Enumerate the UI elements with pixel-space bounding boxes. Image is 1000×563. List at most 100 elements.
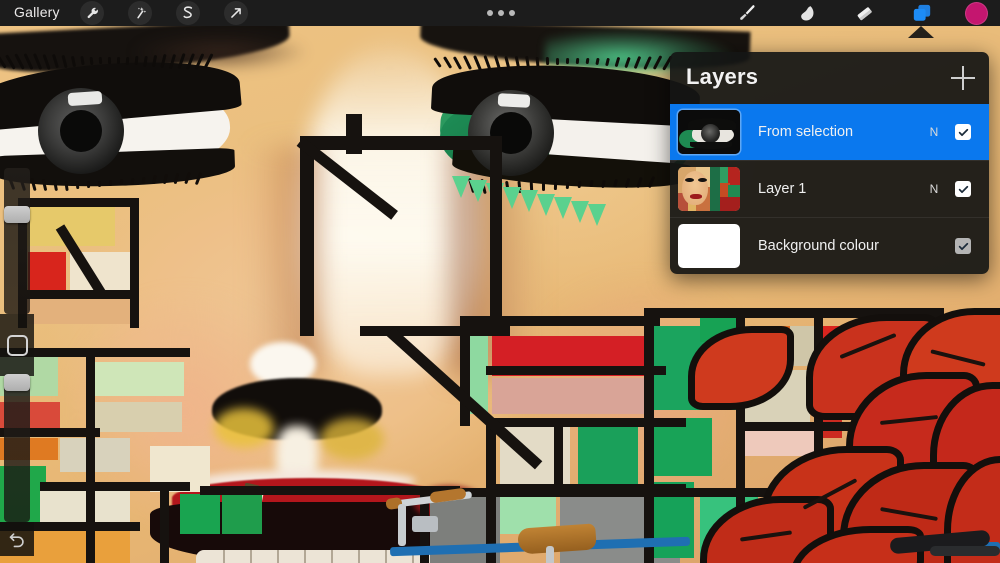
mural-outline xyxy=(18,290,138,299)
dot-3 xyxy=(509,10,515,16)
selection-tool-icon[interactable] xyxy=(176,1,200,25)
layer-thumbnail[interactable] xyxy=(678,167,740,211)
mural-color-block xyxy=(222,494,262,534)
mural-tooth-divider xyxy=(358,550,360,563)
layer-row[interactable]: From selection N xyxy=(670,104,989,160)
layer-thumbnail[interactable] xyxy=(678,224,740,268)
mural-lash-upper xyxy=(116,57,121,65)
thumb-lips xyxy=(690,194,702,199)
layer-blend-mode[interactable]: N xyxy=(921,125,947,139)
mural-color-block xyxy=(492,378,652,414)
bike-seat-post xyxy=(546,546,554,563)
mural-lash-lower xyxy=(541,181,545,192)
mural-lash-upper xyxy=(555,57,560,66)
thumb-cell xyxy=(728,185,740,197)
color-swatch-button[interactable] xyxy=(965,2,988,25)
mural-tooth-divider xyxy=(385,550,387,563)
brush-opacity-slider-handle[interactable] xyxy=(4,374,30,391)
layer-visibility-checkbox[interactable] xyxy=(955,181,971,197)
mural-eye-left-glint xyxy=(67,90,103,107)
more-options-button[interactable] xyxy=(487,8,515,18)
mural-lash-upper xyxy=(98,56,103,65)
mural-lash-lower xyxy=(119,178,123,186)
transform-tool-icon[interactable] xyxy=(224,1,248,25)
check-icon xyxy=(958,128,968,136)
bike-saddle xyxy=(517,523,597,555)
mural-outline xyxy=(490,136,502,336)
mural-outline xyxy=(130,198,139,328)
mural-outline xyxy=(360,326,510,336)
mural-lash-upper xyxy=(107,57,112,65)
thumb-cell xyxy=(710,167,720,211)
mural-lash-lower xyxy=(86,180,90,189)
mural-color-block xyxy=(744,430,818,456)
layers-panel-caret xyxy=(908,26,934,38)
dot-1 xyxy=(487,10,493,16)
mural-zigzag-tooth xyxy=(554,197,572,219)
layer-thumbnail[interactable] xyxy=(678,110,740,154)
brush-size-slider[interactable] xyxy=(4,168,30,314)
bike-brake-lever xyxy=(412,516,438,532)
paint-brush-icon[interactable] xyxy=(734,2,760,24)
mural-outline xyxy=(300,136,314,336)
top-toolbar: Gallery xyxy=(0,0,1000,26)
mural-color-block xyxy=(22,298,132,324)
modify-button[interactable] xyxy=(0,314,34,376)
mural-tooth-divider xyxy=(331,550,333,563)
brush-opacity-slider[interactable] xyxy=(4,376,30,522)
layers-list: From selection N Layer 1 N Background colour xyxy=(670,104,989,274)
smudge-tool-icon[interactable] xyxy=(793,2,819,24)
mural-color-block xyxy=(578,424,638,484)
mural-tooth-divider xyxy=(304,550,306,563)
mural-nose-yellow-left xyxy=(214,408,274,448)
thumb-iris xyxy=(701,124,720,143)
mural-outline xyxy=(486,418,686,427)
layer-row[interactable]: Background colour xyxy=(670,218,989,274)
layer-name: From selection xyxy=(758,124,854,140)
mural-color-block xyxy=(60,438,130,472)
mural-zigzag-tooth xyxy=(571,200,589,223)
mural-eye-right-glint xyxy=(497,93,531,108)
layer-row[interactable]: Layer 1 N xyxy=(670,161,989,217)
mural-color-block xyxy=(92,402,182,432)
mural-zigzag-tooth xyxy=(469,179,487,202)
mural-lash-lower xyxy=(553,181,557,191)
eraser-tool-icon[interactable] xyxy=(851,2,877,24)
thumb-eye-r xyxy=(698,178,707,182)
left-sidebar xyxy=(0,168,34,556)
actions-wrench-icon[interactable] xyxy=(80,1,104,25)
brush-size-slider-handle[interactable] xyxy=(4,206,30,223)
mural-outline xyxy=(644,308,654,563)
layer-name: Layer 1 xyxy=(758,181,807,197)
mural-lash-lower xyxy=(108,179,112,186)
dot-2 xyxy=(498,10,504,16)
mural-lash-upper xyxy=(125,56,130,65)
procreate-app-window: Gallery Layers From selection N Layer 1 … xyxy=(0,0,1000,563)
mural-lash-lower xyxy=(565,181,569,190)
check-icon xyxy=(958,242,968,250)
mural-zigzag-tooth xyxy=(503,186,521,209)
mural-outline xyxy=(346,114,362,154)
bike-stem xyxy=(398,504,406,546)
mural-zigzag-tooth xyxy=(520,190,538,212)
bike-rear-rack xyxy=(930,546,1000,556)
mural-tooth-divider xyxy=(277,550,279,563)
thumb-cell xyxy=(720,167,728,183)
undo-button[interactable] xyxy=(0,522,34,556)
mural-zigzag-tooth xyxy=(588,204,606,226)
layer-visibility-checkbox[interactable] xyxy=(955,124,971,140)
layers-panel-header: Layers xyxy=(670,52,989,104)
mural-tooth-divider xyxy=(250,550,252,563)
gallery-button[interactable]: Gallery xyxy=(14,4,60,20)
thumb-lashes xyxy=(690,142,732,149)
layers-tool-icon[interactable] xyxy=(909,2,935,24)
mural-lash-lower xyxy=(97,180,101,187)
thumb-mural xyxy=(678,167,740,211)
thumb-face xyxy=(682,171,708,205)
layer-visibility-checkbox[interactable] xyxy=(955,238,971,254)
mural-color-block xyxy=(92,362,184,396)
adjustments-wand-icon[interactable] xyxy=(128,1,152,25)
add-layer-button[interactable] xyxy=(951,66,975,90)
layer-blend-mode[interactable]: N xyxy=(921,182,947,196)
mural-nose-yellow-right xyxy=(320,418,384,460)
